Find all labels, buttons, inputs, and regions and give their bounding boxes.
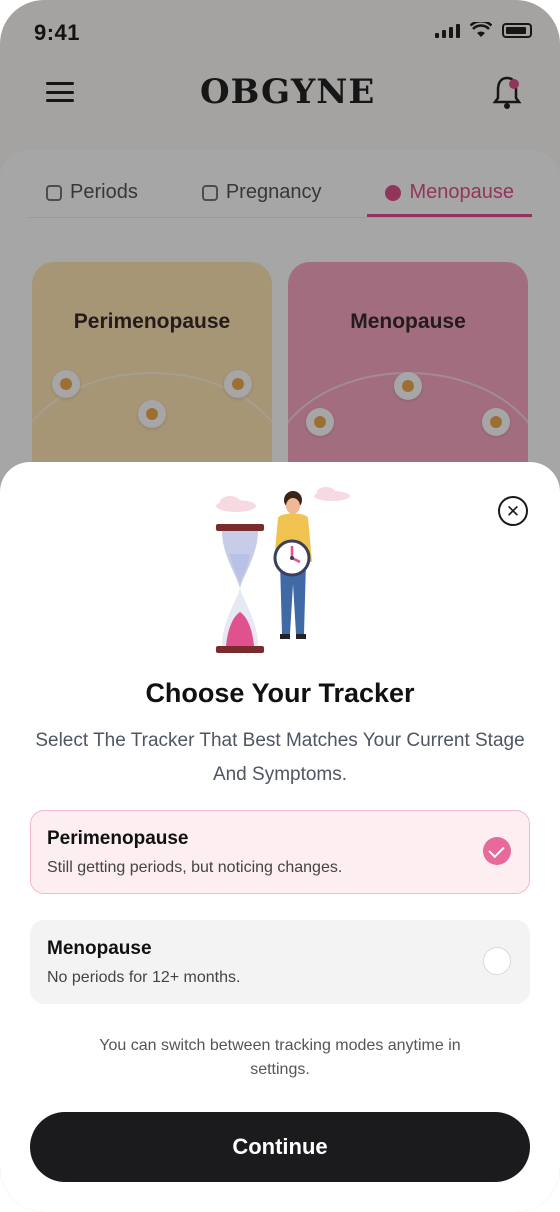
option-title: Menopause: [47, 938, 152, 959]
option-menopause[interactable]: Menopause No periods for 12+ months.: [30, 920, 530, 1004]
option-title: Perimenopause: [47, 828, 189, 849]
option-perimenopause[interactable]: Perimenopause Still getting periods, but…: [30, 810, 530, 894]
phone-screen: 9:41 OBGYNE Periods Pregnancy Menopause …: [0, 0, 560, 1212]
option-description: Still getting periods, but noticing chan…: [47, 859, 343, 876]
settings-hint: You can switch between tracking modes an…: [99, 1037, 461, 1078]
hourglass-woman-illustration: [216, 487, 350, 653]
sheet-title: Choose Your Tracker: [145, 678, 415, 708]
close-icon: ✕: [505, 501, 521, 521]
radio-checked-icon[interactable]: [483, 837, 511, 865]
tracker-bottom-sheet: ✕ Choose Your Tracker Select The Tracker…: [0, 462, 560, 1212]
continue-button[interactable]: Continue: [30, 1112, 530, 1182]
close-button[interactable]: ✕: [498, 496, 528, 526]
radio-unchecked-icon[interactable]: [483, 947, 511, 975]
sheet-subtitle: Select The Tracker That Best Matches You…: [35, 730, 525, 785]
option-description: No periods for 12+ months.: [47, 969, 241, 986]
